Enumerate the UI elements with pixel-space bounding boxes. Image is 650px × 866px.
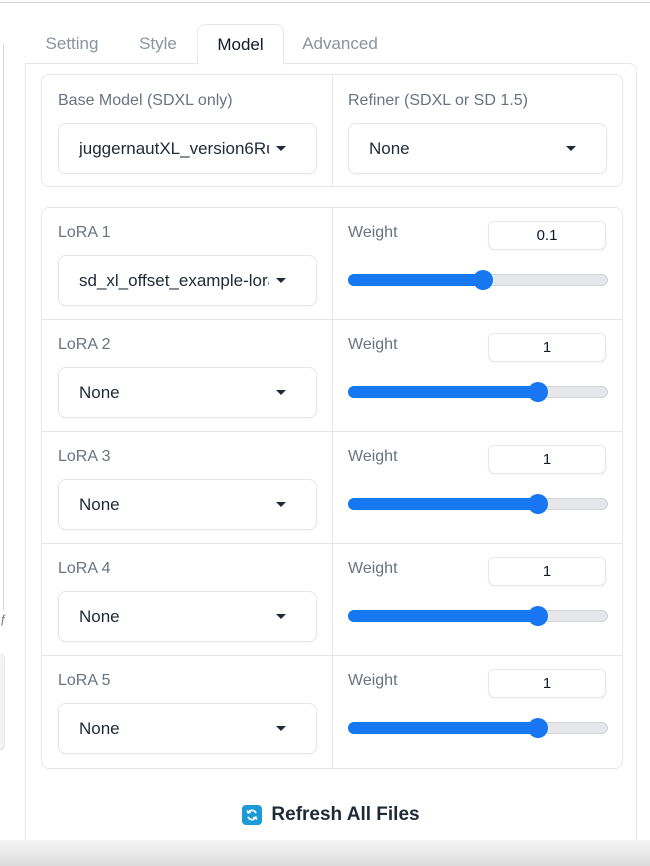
lora-3-weight-label: Weight	[348, 448, 398, 465]
model-selection-group: Base Model (SDXL only) juggernautXL_vers…	[41, 74, 623, 187]
slider-fill	[348, 722, 538, 734]
left-panel-glyph: ƒ	[0, 612, 7, 626]
slider-thumb[interactable]	[473, 270, 494, 290]
row-divider	[42, 319, 622, 320]
slider-thumb[interactable]	[527, 606, 548, 626]
base-model-value: juggernautXL_version6Rundiffusion.safete…	[79, 139, 269, 158]
lora-4-dropdown[interactable]: None	[58, 591, 317, 642]
base-model-label: Base Model (SDXL only)	[58, 92, 233, 109]
row-divider	[42, 431, 622, 432]
base-model-dropdown[interactable]: juggernautXL_version6Rundiffusion.safete…	[58, 123, 317, 174]
lora-2-value: None	[79, 383, 120, 402]
lora-5-weight-label: Weight	[348, 672, 398, 689]
refresh-all-files-label: Refresh All Files	[271, 804, 420, 825]
slider-fill	[348, 274, 484, 286]
lora-1-weight-label: Weight	[348, 224, 398, 241]
column-divider	[332, 208, 333, 768]
slider-thumb[interactable]	[527, 382, 548, 402]
lora-3-label: LoRA 3	[58, 448, 111, 465]
slider-fill	[348, 610, 538, 622]
tab-style[interactable]: Style	[118, 24, 198, 65]
lora-3-dropdown[interactable]: None	[58, 479, 317, 530]
lora-2-weight-slider[interactable]	[348, 380, 608, 404]
lora-1-dropdown[interactable]: sd_xl_offset_example-lora_1.0.safetensor…	[58, 255, 317, 306]
left-panel-box-edge	[0, 654, 5, 750]
lora-3-weight-slider[interactable]	[348, 492, 608, 516]
lora-4-weight-label: Weight	[348, 560, 398, 577]
top-divider	[0, 2, 650, 3]
tab-setting[interactable]: Setting	[26, 24, 118, 65]
lora-4-label: LoRA 4	[58, 560, 111, 577]
caret-down-icon	[276, 278, 286, 283]
lora-3-weight-input[interactable]: 1	[488, 445, 606, 474]
page: ƒ Setting Style Model Advanced Base Mode…	[0, 0, 650, 866]
lora-4-weight-input[interactable]: 1	[488, 557, 606, 586]
lora-4-weight-slider[interactable]	[348, 604, 608, 628]
model-tab-panel: Base Model (SDXL only) juggernautXL_vers…	[25, 63, 637, 853]
lora-5-label: LoRA 5	[58, 672, 111, 689]
lora-5-value: None	[79, 719, 120, 738]
lora-3-value: None	[79, 495, 120, 514]
tab-model[interactable]: Model	[197, 24, 284, 65]
refiner-dropdown[interactable]: None	[348, 123, 607, 174]
tab-bar: Setting Style Model Advanced	[26, 24, 636, 65]
lora-1-weight-slider[interactable]	[348, 268, 608, 292]
tab-advanced[interactable]: Advanced	[289, 24, 391, 65]
lora-1-value: sd_xl_offset_example-lora_1.0.safetensor…	[79, 271, 269, 290]
caret-down-icon	[276, 726, 286, 731]
lora-4-value: None	[79, 607, 120, 626]
refresh-icon	[242, 805, 263, 825]
caret-down-icon	[276, 390, 286, 395]
left-panel-edge	[0, 44, 4, 610]
lora-5-weight-input[interactable]: 1	[488, 669, 606, 698]
lora-2-dropdown[interactable]: None	[58, 367, 317, 418]
row-divider	[42, 543, 622, 544]
caret-down-icon	[276, 502, 286, 507]
slider-fill	[348, 498, 538, 510]
lora-group: LoRA 1 sd_xl_offset_example-lora_1.0.saf…	[41, 207, 623, 769]
bottom-bar	[0, 840, 650, 866]
refiner-label: Refiner (SDXL or SD 1.5)	[348, 92, 528, 109]
lora-1-label: LoRA 1	[58, 224, 111, 241]
slider-thumb[interactable]	[527, 718, 548, 738]
lora-1-weight-input[interactable]: 0.1	[488, 221, 606, 250]
caret-down-icon	[276, 146, 286, 151]
refiner-value: None	[369, 139, 410, 158]
lora-2-weight-input[interactable]: 1	[488, 333, 606, 362]
lora-2-label: LoRA 2	[58, 336, 111, 353]
slider-fill	[348, 386, 538, 398]
refresh-all-files-button[interactable]: Refresh All Files	[26, 797, 636, 833]
column-divider	[332, 75, 333, 186]
lora-5-weight-slider[interactable]	[348, 716, 608, 740]
caret-down-icon	[566, 146, 576, 151]
lora-5-dropdown[interactable]: None	[58, 703, 317, 754]
slider-thumb[interactable]	[527, 494, 548, 514]
lora-2-weight-label: Weight	[348, 336, 398, 353]
caret-down-icon	[276, 614, 286, 619]
row-divider	[42, 655, 622, 656]
